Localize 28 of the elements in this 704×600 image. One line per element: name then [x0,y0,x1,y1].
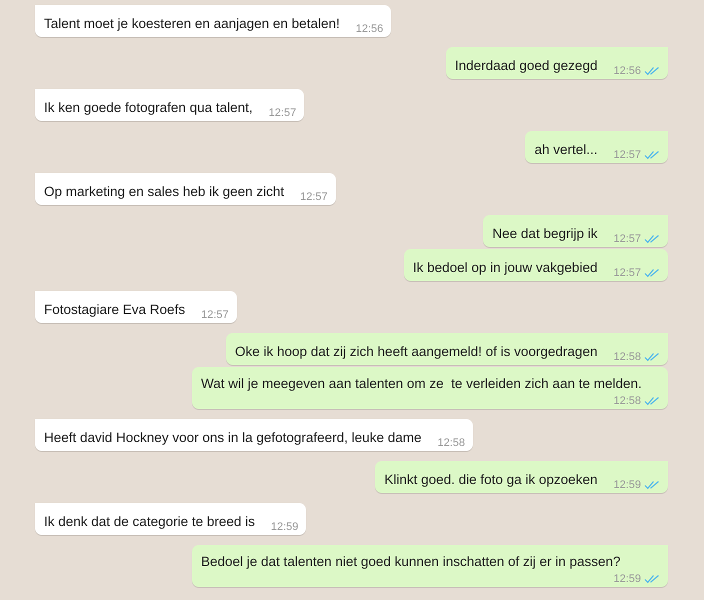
message-time: 12:56 [613,65,641,77]
message-text: Wat wil je meegeven aan talenten om ze te verleiden zich aan te melden. [201,375,642,393]
message-time: 12:57 [268,107,296,119]
message-time: 12:57 [613,149,641,161]
message-text: Inderdaad goed gezegd [454,57,598,75]
message-time: 12:59 [613,479,641,491]
message-text: Oke ik hoop dat zij zich heeft aangemeld! of is voorgedragen [234,343,598,361]
message-text: Op marketing en sales heb ik geen zicht [44,183,284,201]
message-text: Heeft david Hockney voor ons in la gefotografeerd, leuke dame [44,429,422,447]
message-time: 12:58 [613,395,641,407]
message-text: Ik denk dat de categorie te breed is [44,513,255,531]
message-time: 12:59 [270,521,298,533]
message-text: Ik bedoel op in jouw vakgebied [412,259,598,277]
message-text: Talent moet je koesteren en aanjagen en betalen! [44,15,340,33]
message-text: Bedoel je dat talenten niet goed kunnen inschatten of zij er in passen? [201,553,621,571]
message-text: Klinkt goed. die foto ga ik opzoeken [384,471,598,489]
message-time: 12:57 [613,267,641,279]
message-time: 12:58 [437,437,466,449]
message-text: Ik ken goede fotografen qua talent, [44,99,253,117]
message-time: 12:59 [613,573,641,585]
message-time: 12:56 [356,23,384,35]
message-time: 12:58 [613,351,641,363]
message-time: 12:57 [300,191,328,203]
message-text: Fotostagiare Eva Roefs [44,301,186,319]
message-time: 12:57 [201,309,229,321]
message-time: 12:57 [613,233,641,245]
message-text: Nee dat begrijp ik [492,225,598,243]
message-text: ah vertel... [534,141,598,159]
